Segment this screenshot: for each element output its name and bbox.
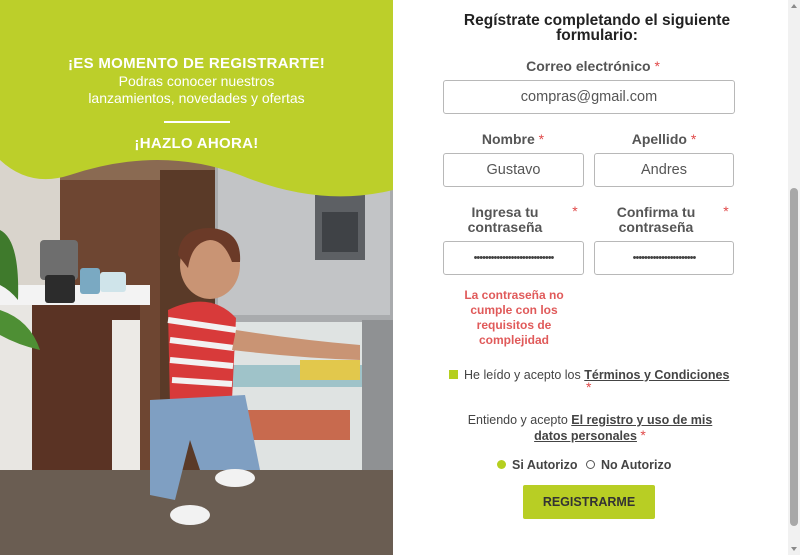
checkbox-checked-icon[interactable] xyxy=(449,370,458,379)
scrollbar[interactable] xyxy=(788,0,800,555)
email-label: Correo electrónico * xyxy=(443,58,743,74)
last-name-label: Apellido * xyxy=(594,131,734,147)
scroll-down-arrow-icon[interactable] xyxy=(791,547,797,551)
confirm-password-label: Confirma tu contraseña xyxy=(594,205,718,235)
first-name-label: Nombre * xyxy=(443,131,583,147)
password-label-line1: Ingresa tu xyxy=(471,204,539,220)
promo-text: ¡ES MOMENTO DE REGISTRARTE! Podras conoc… xyxy=(0,55,393,152)
consent-text: Entiendo y acepto El registro y uso de m… xyxy=(450,413,730,444)
confirm-password-field[interactable]: •••••••••••••••••••••• xyxy=(594,241,734,275)
registration-form: Regístrate completando el siguiente form… xyxy=(393,0,788,555)
promo-cta: ¡HAZLO AHORA! xyxy=(134,135,259,152)
register-button[interactable]: REGISTRARME xyxy=(523,485,655,519)
terms-prefix: He leído y acepto los xyxy=(464,368,581,382)
password-label-line2: contraseña xyxy=(467,219,543,235)
terms-required-mark: * xyxy=(586,379,592,395)
last-name-required-mark: * xyxy=(690,131,697,147)
terms-row: He leído y acepto los Términos y Condici… xyxy=(449,368,729,395)
promo-divider xyxy=(163,121,230,123)
promo-subtitle-line2: lanzamientos, novedades y ofertas xyxy=(88,90,305,106)
promo-subtitle-line1: Podras conocer nuestros xyxy=(118,73,275,89)
radio-no-autorizo[interactable]: No Autorizo xyxy=(586,458,671,472)
first-name-label-text: Nombre xyxy=(481,131,535,147)
password-field[interactable]: •••••••••••••••••••••••••••• xyxy=(443,241,584,275)
confirm-password-required-mark: * xyxy=(723,203,729,219)
password-required-mark: * xyxy=(572,203,578,219)
radio-si-label: Si Autorizo xyxy=(512,458,578,472)
first-name-required-mark: * xyxy=(538,131,545,147)
promo-subtitle: Podras conocer nuestros lanzamientos, no… xyxy=(0,73,393,107)
consent-prefix: Entiendo y acepto xyxy=(467,413,568,427)
radio-no-label: No Autorizo xyxy=(601,458,672,472)
password-error-message: La contraseña no cumple con los requisit… xyxy=(464,288,564,347)
email-label-text: Correo electrónico xyxy=(526,58,651,74)
promo-title: ¡ES MOMENTO DE REGISTRARTE! xyxy=(68,55,325,72)
radio-unselected-icon[interactable] xyxy=(586,460,595,469)
last-name-field[interactable]: Andres xyxy=(594,153,734,187)
radio-selected-icon[interactable] xyxy=(497,460,506,469)
consent-required-mark: * xyxy=(640,427,646,443)
promo-panel: ¡ES MOMENTO DE REGISTRARTE! Podras conoc… xyxy=(0,0,393,555)
last-name-label-text: Apellido xyxy=(631,131,687,147)
first-name-field[interactable]: Gustavo xyxy=(443,153,584,187)
email-field[interactable]: compras@gmail.com xyxy=(443,80,735,114)
terms-link[interactable]: Términos y Condiciones xyxy=(584,368,729,382)
radio-si-autorizo[interactable]: Si Autorizo xyxy=(497,458,578,472)
confirm-password-label-line1: Confirma tu xyxy=(616,204,696,220)
scrollbar-thumb[interactable] xyxy=(790,188,798,526)
password-label: Ingresa tu contraseña xyxy=(443,205,567,235)
confirm-password-label-line2: contraseña xyxy=(618,219,694,235)
email-required-mark: * xyxy=(654,58,660,74)
scroll-up-arrow-icon[interactable] xyxy=(791,4,797,8)
form-title: Regístrate completando el siguiente form… xyxy=(463,12,731,44)
